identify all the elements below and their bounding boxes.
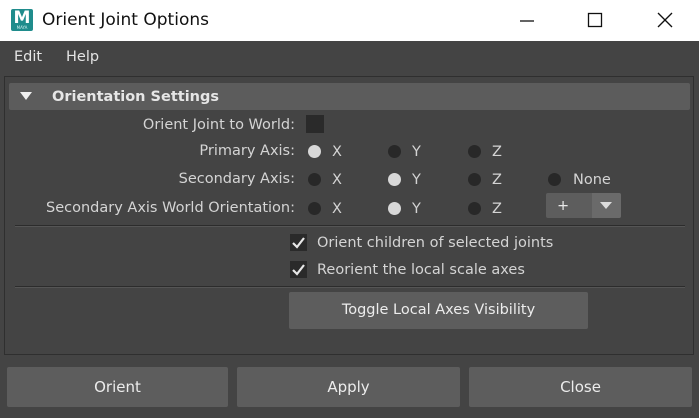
close-button[interactable]: Close	[469, 367, 692, 407]
secondary-axis-label: Secondary Axis:	[178, 171, 295, 187]
collapse-arrow-icon[interactable]	[20, 92, 32, 100]
secondary-world-label: Secondary Axis World Orientation:	[46, 200, 295, 216]
orient-to-world-checkbox[interactable]	[306, 115, 324, 133]
toggle-local-axes-button[interactable]: Toggle Local Axes Visibility	[289, 292, 588, 329]
secondary-world-y-radio[interactable]	[388, 202, 401, 215]
reorient-scale-checkbox[interactable]	[290, 261, 307, 278]
orient-button[interactable]: Orient	[7, 367, 228, 407]
primary-axis-y-label: Y	[412, 144, 421, 160]
menu-help[interactable]: Help	[66, 49, 99, 65]
secondary-world-x-label: X	[332, 201, 342, 217]
chevron-down-icon	[600, 202, 612, 209]
section-title: Orientation Settings	[52, 89, 219, 105]
secondary-world-z-radio[interactable]	[468, 202, 481, 215]
orient-children-label: Orient children of selected joints	[317, 235, 554, 251]
secondary-axis-y-label: Y	[412, 172, 421, 188]
primary-axis-label: Primary Axis:	[199, 143, 295, 159]
menu-edit[interactable]: Edit	[14, 49, 42, 65]
secondary-world-z-label: Z	[492, 201, 502, 217]
primary-axis-x-label: X	[332, 144, 342, 160]
checkmark-icon	[292, 264, 305, 276]
minimize-button[interactable]	[496, 0, 556, 41]
secondary-world-x-radio[interactable]	[308, 202, 321, 215]
divider	[15, 225, 685, 227]
window-title: Orient Joint Options	[42, 10, 209, 30]
secondary-axis-z-label: Z	[492, 172, 502, 188]
checkmark-icon	[292, 237, 305, 249]
apply-button[interactable]: Apply	[237, 367, 460, 407]
sign-dropdown-value: +	[557, 198, 570, 214]
maya-logo-icon: M MAYA	[11, 9, 33, 31]
primary-axis-y-radio[interactable]	[388, 145, 401, 158]
close-window-button[interactable]	[634, 0, 694, 41]
secondary-axis-x-label: X	[332, 172, 342, 188]
divider	[15, 286, 685, 288]
menu-bar	[0, 41, 699, 75]
secondary-axis-none-label: None	[573, 172, 611, 188]
minimize-icon	[520, 20, 534, 22]
orient-children-checkbox[interactable]	[290, 234, 307, 251]
primary-axis-x-radio[interactable]	[308, 145, 321, 158]
primary-axis-z-radio[interactable]	[468, 145, 481, 158]
orient-to-world-label: Orient Joint to World:	[142, 117, 295, 133]
logo-subtext: MAYA	[16, 25, 28, 30]
reorient-scale-label: Reorient the local scale axes	[317, 262, 525, 278]
maximize-icon	[587, 12, 603, 28]
secondary-axis-none-radio[interactable]	[548, 173, 561, 186]
close-icon	[657, 12, 673, 28]
maximize-button[interactable]	[564, 0, 624, 41]
secondary-axis-x-radio[interactable]	[308, 173, 321, 186]
secondary-axis-y-radio[interactable]	[388, 173, 401, 186]
secondary-world-y-label: Y	[412, 201, 421, 217]
primary-axis-z-label: Z	[492, 144, 502, 160]
secondary-axis-z-radio[interactable]	[468, 173, 481, 186]
